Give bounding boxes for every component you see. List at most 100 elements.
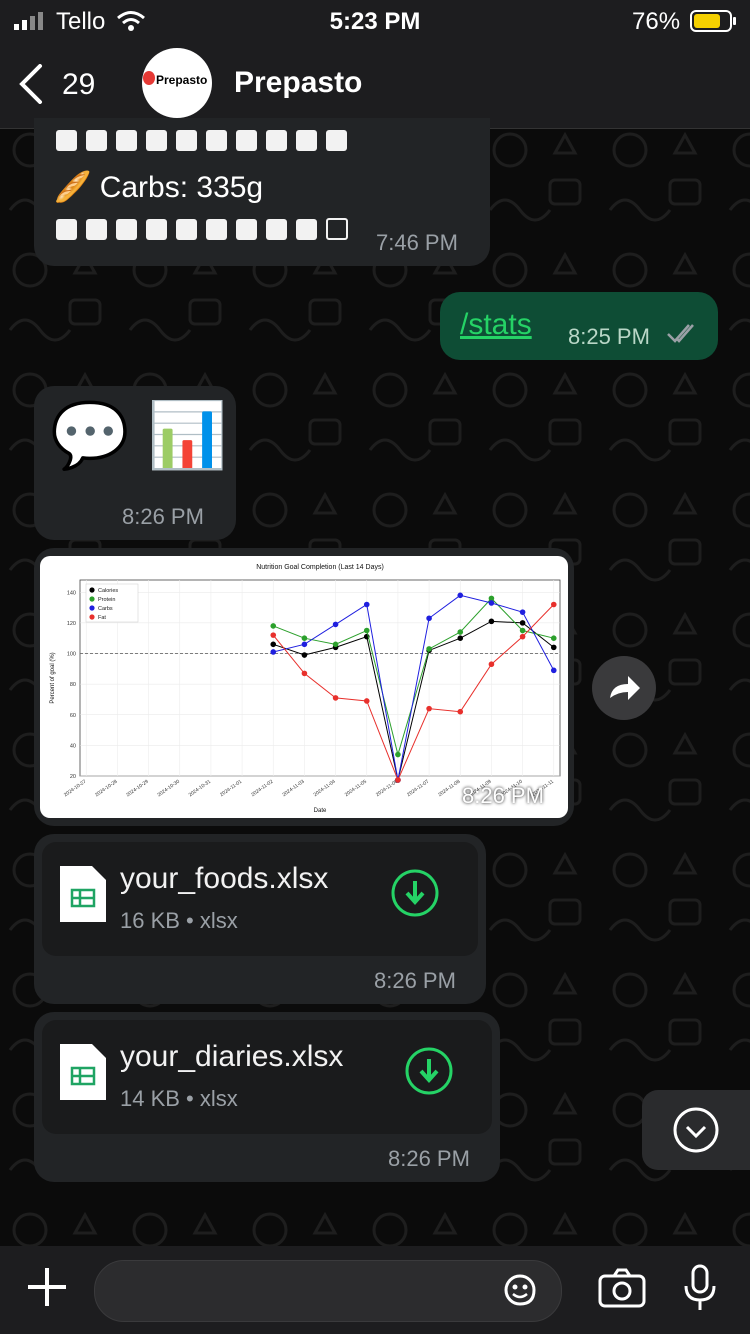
x-tick-label: 2024-10-27 [63,779,88,799]
status-bar: Tello 5:23 PM 76% [0,0,750,42]
message-time: 8:26 PM [388,1146,470,1171]
x-tick-label: 2024-10-29 [125,779,150,799]
data-point-fat [270,632,277,638]
tomato-logo-icon [143,71,155,85]
file-meta: 14 KB • xlsx [120,1086,238,1111]
message-composer [0,1246,750,1334]
microphone-icon[interactable] [682,1264,718,1312]
forward-button[interactable] [592,656,656,720]
x-tick-label: 2024-10-31 [188,779,213,799]
nutrition-chart: 20 40 60 80 100 120 140 2024-10-27 2024-10-28 202… [50,564,561,814]
y-axis-label: Percent of goal (%) [50,652,56,703]
message-bubble-incoming[interactable]: 💬 📊 8:26 PM [34,386,236,540]
legend-label: Protein [98,597,115,603]
y-tick-label: 100 [67,652,76,658]
stats-command-link[interactable]: /stats [460,308,532,342]
download-icon[interactable] [404,1046,454,1096]
message-time: 8:26 PM [374,968,456,993]
spreadsheet-icon [60,1044,106,1100]
legend-label: Calories [98,588,118,594]
data-point-calories [301,652,308,658]
battery-percentage: 76% [632,8,681,35]
carbs-progress-squares [56,218,357,246]
spreadsheet-icon [60,866,106,922]
data-point-protein [519,627,526,634]
data-point-carbs [426,615,432,622]
emoji-text: 💬 📊 [50,399,228,471]
message-bubble-incoming[interactable]: 🥖 Carbs: 335g 7:46 PM [34,118,490,266]
plus-icon[interactable] [24,1264,70,1310]
data-point-carbs [270,649,277,655]
data-point-fat [426,705,432,712]
read-receipt-icon [667,324,694,343]
legend-marker [89,614,95,620]
x-tick-label: 2024-11-02 [250,779,274,798]
data-point-carbs [550,667,557,674]
legend-marker [89,605,95,611]
message-time: 7:46 PM [376,230,458,255]
back-chevron-icon[interactable] [18,64,44,104]
file-name: your_diaries.xlsx [120,1040,344,1073]
data-point-protein [332,641,339,648]
data-point-protein [550,635,557,641]
file-meta: 16 KB • xlsx [120,908,238,933]
message-time: 8:25 PM [568,324,650,349]
legend-marker [89,596,95,602]
forward-icon [610,676,640,700]
x-tick-label: 2024-10-28 [94,779,119,799]
legend-label: Fat [98,615,106,621]
sticker-icon[interactable] [500,1270,540,1310]
legend-label: Carbs [98,606,113,612]
data-point-carbs [457,592,464,599]
data-point-protein [270,623,277,629]
data-point-fat [363,698,370,704]
x-tick-label: 2024-10-30 [156,779,181,799]
y-tick-label: 40 [70,743,76,749]
data-point-fat [550,601,557,608]
y-tick-label: 60 [70,713,76,719]
data-point-fat [395,777,401,783]
scroll-to-bottom-button[interactable] [642,1090,750,1170]
y-tick-label: 80 [70,682,76,688]
data-point-carbs [488,600,495,606]
chevron-down-icon [673,1107,719,1153]
data-point-protein [395,751,401,758]
message-time: 8:26 PM [122,504,204,529]
chart-title: Nutrition Goal Completion (Last 14 Days) [256,564,384,571]
data-point-calories [519,620,526,626]
chat-header: 29 Prepasto Prepasto [0,42,750,129]
message-time: 8:26 PM [462,783,544,808]
file-card[interactable]: your_foods.xlsx 16 KB • xlsx [42,842,478,956]
chat-title[interactable]: Prepasto [234,66,362,100]
avatar-logo-text: Prepasto [156,73,208,87]
download-icon[interactable] [390,868,440,918]
data-point-carbs [363,601,370,608]
y-tick-label: 20 [70,774,76,780]
data-point-protein [457,629,464,635]
chart-image[interactable]: 20 40 60 80 100 120 140 2024-10-27 2024-10-28 202… [40,556,568,818]
camera-icon[interactable] [598,1268,646,1308]
data-point-carbs [332,621,339,628]
progress-squares [56,130,356,157]
battery-icon [690,10,736,32]
data-point-carbs [519,609,526,615]
x-axis-label: Date [314,808,327,814]
data-point-calories [550,644,557,651]
data-point-fat [301,670,308,677]
x-tick-label: 2024-11-01 [219,779,243,798]
x-tick-label: 2024-11-04 [313,779,337,798]
y-tick-label: 120 [67,621,76,627]
x-tick-label: 2024-11-07 [406,779,430,798]
file-card[interactable]: your_diaries.xlsx 14 KB • xlsx [42,1020,492,1134]
data-point-protein [363,627,370,634]
message-input[interactable] [94,1260,562,1322]
data-point-carbs [301,641,308,648]
data-point-fat [519,633,526,640]
x-tick-label: 2024-11-05 [344,779,368,798]
data-point-fat [457,708,464,715]
y-tick-label: 140 [67,590,76,596]
data-point-calories [488,618,495,625]
legend-marker [89,587,95,593]
unread-count[interactable]: 29 [62,68,95,102]
carbs-line: 🥖 Carbs: 335g [54,171,264,204]
